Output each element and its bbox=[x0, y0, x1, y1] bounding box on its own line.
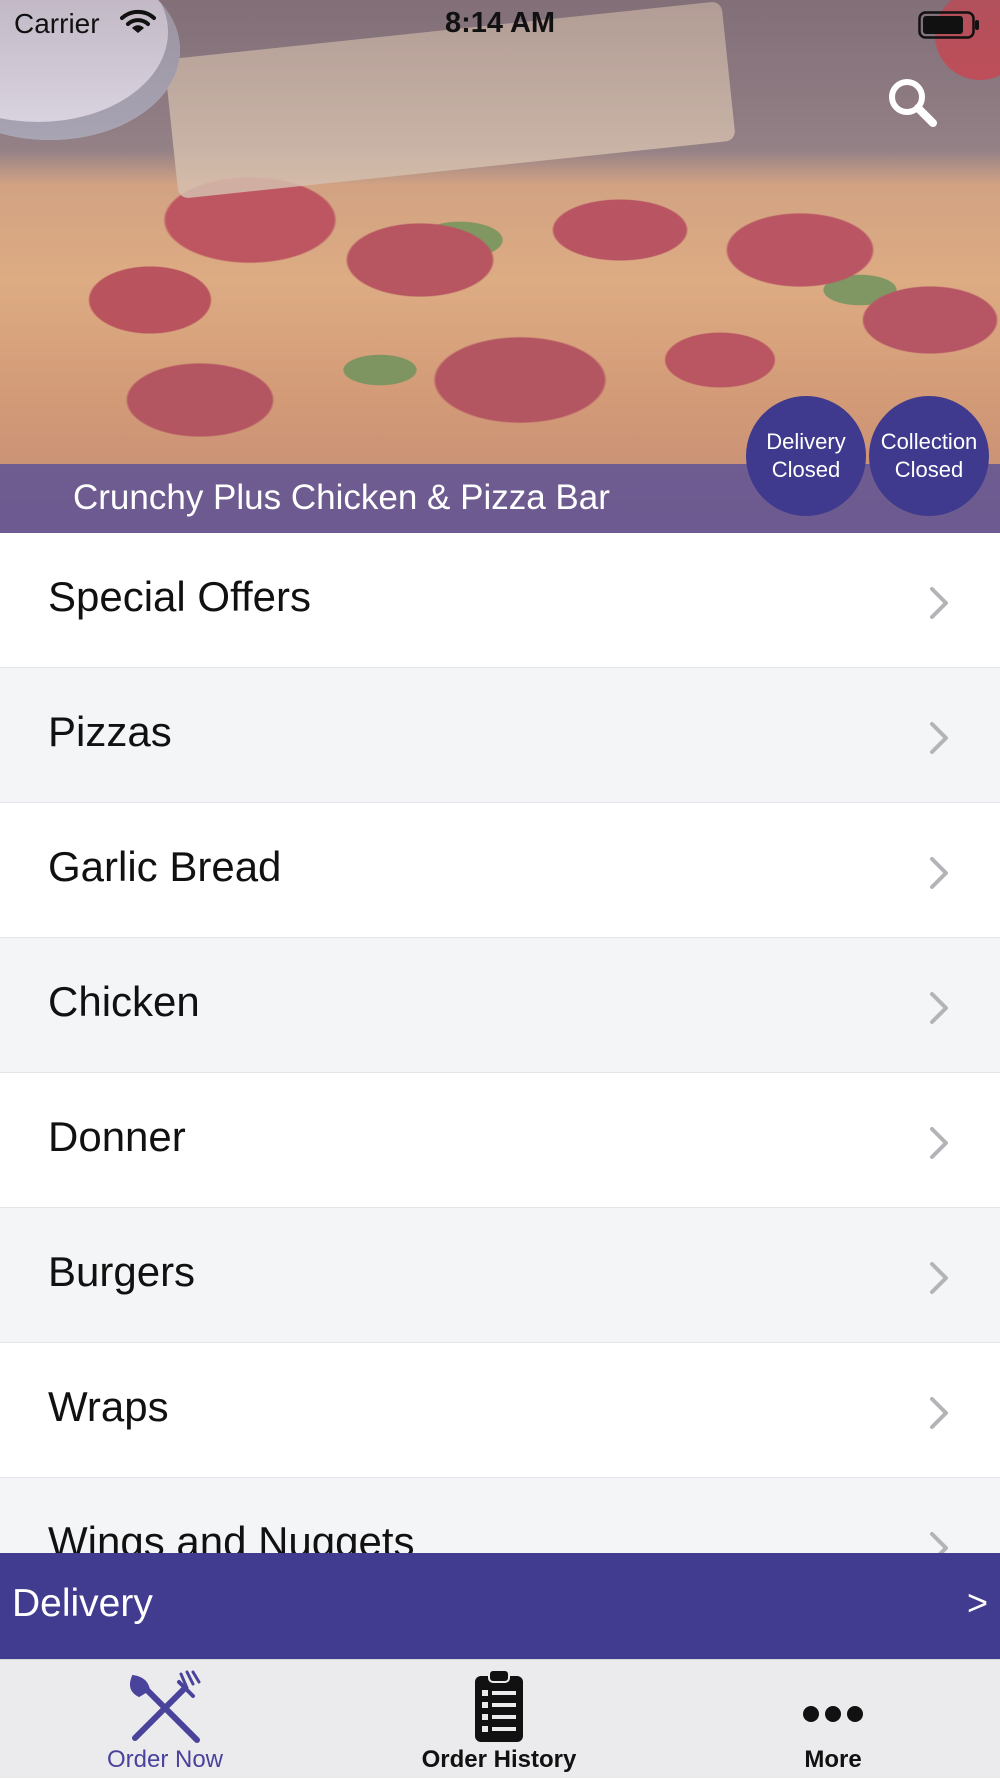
category-label: Donner bbox=[48, 1113, 186, 1160]
chevron-right-icon bbox=[928, 1395, 950, 1436]
collection-status-badge[interactable]: Collection Closed bbox=[869, 396, 989, 516]
restaurant-name: Crunchy Plus Chicken & Pizza Bar bbox=[73, 478, 610, 517]
clipboard-list-icon bbox=[473, 1668, 525, 1749]
chevron-right-icon bbox=[928, 720, 950, 761]
category-label: Wraps bbox=[48, 1383, 169, 1430]
search-icon[interactable] bbox=[885, 75, 941, 136]
status-bar: Carrier 8:14 AM bbox=[0, 0, 1000, 50]
tab-order-now[interactable]: Order Now bbox=[15, 1660, 315, 1779]
category-row-pizzas[interactable]: Pizzas bbox=[0, 668, 1000, 803]
category-row-donner[interactable]: Donner bbox=[0, 1073, 1000, 1208]
collection-status-line1: Collection bbox=[880, 429, 978, 454]
category-row-wings-and-nuggets[interactable]: Wings and Nuggets bbox=[0, 1478, 1000, 1553]
category-row-burgers[interactable]: Burgers bbox=[0, 1208, 1000, 1343]
tab-more[interactable]: More bbox=[683, 1660, 983, 1779]
delivery-status-badge[interactable]: Delivery Closed bbox=[746, 396, 866, 516]
delivery-mode-label: Delivery bbox=[12, 1582, 153, 1625]
chevron-right-icon bbox=[928, 990, 950, 1031]
category-row-garlic-bread[interactable]: Garlic Bread bbox=[0, 803, 1000, 938]
category-label: Chicken bbox=[48, 978, 200, 1025]
delivery-arrow-icon: > bbox=[966, 1582, 988, 1623]
delivery-status-line1: Delivery bbox=[766, 429, 846, 454]
collection-status-line2: Closed bbox=[894, 457, 964, 482]
chevron-right-icon bbox=[928, 1125, 950, 1166]
fork-knife-icon bbox=[125, 1668, 205, 1749]
battery-icon bbox=[918, 11, 980, 46]
delivery-status-line2: Closed bbox=[771, 457, 841, 482]
chevron-right-icon bbox=[928, 855, 950, 896]
chevron-right-icon bbox=[928, 1260, 950, 1301]
tab-label: Order Now bbox=[106, 1746, 224, 1773]
tab-label: Order History bbox=[421, 1746, 577, 1773]
category-label: Burgers bbox=[48, 1248, 196, 1295]
tab-label: More bbox=[804, 1746, 862, 1773]
tab-bar: Order Now Order History More bbox=[0, 1659, 1000, 1778]
status-time: 8:14 AM bbox=[444, 7, 556, 39]
category-label: Wings and Nuggets bbox=[48, 1518, 415, 1553]
chevron-right-icon bbox=[928, 1530, 950, 1553]
category-label: Garlic Bread bbox=[48, 843, 282, 890]
category-label: Special Offers bbox=[48, 573, 312, 620]
category-row-special-offers[interactable]: Special Offers bbox=[0, 533, 1000, 668]
delivery-mode-bar[interactable]: Delivery > bbox=[0, 1553, 1000, 1659]
more-dots-icon bbox=[801, 1668, 865, 1749]
category-label: Pizzas bbox=[48, 708, 172, 755]
category-row-chicken[interactable]: Chicken bbox=[0, 938, 1000, 1073]
category-row-wraps[interactable]: Wraps bbox=[0, 1343, 1000, 1478]
category-list[interactable]: Special Offers Pizzas Garlic Bread Chick… bbox=[0, 533, 1000, 1553]
chevron-right-icon bbox=[928, 585, 950, 626]
tab-order-history[interactable]: Order History bbox=[349, 1660, 649, 1779]
